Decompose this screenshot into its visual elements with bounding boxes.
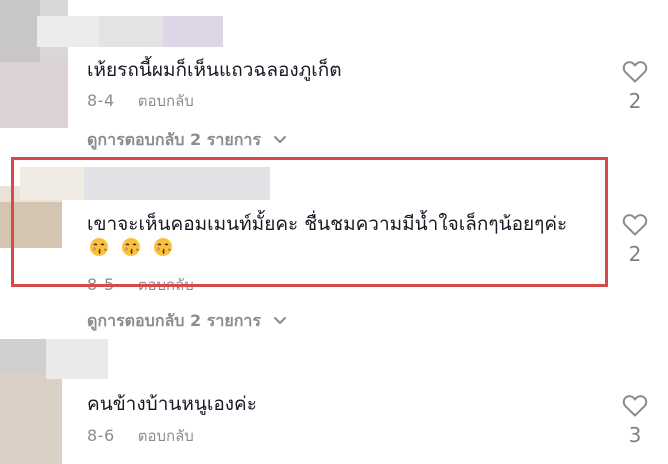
reply-button[interactable]: ตอบกลับ [138,276,194,294]
chevron-down-icon [273,136,286,143]
kiss-face-emoji [90,238,108,256]
view-replies-button[interactable]: ดูการตอบกลับ 2 รายการ [87,311,287,331]
reply-button[interactable]: ตอบกลับ [138,92,194,110]
comment-text: เห้ยรถนี้ผมก็เห็นแถวฉลองภูเก็ต [87,59,342,81]
username[interactable] [46,339,108,379]
heart-icon [622,395,648,417]
like-count: 2 [628,89,642,113]
chevron-down-icon [273,317,286,324]
kiss-face-emoji [154,238,173,256]
like-button[interactable]: 3 [620,394,650,446]
heart-icon [622,214,648,236]
comment-meta: 8-5 ตอบกลับ [87,275,194,295]
heart-icon [622,61,648,83]
like-count: 2 [628,242,642,266]
comment-emoji-row [89,237,180,259]
comment-meta: 8-4 ตอบกลับ [87,91,194,111]
comment-date: 8-4 [87,91,115,110]
comment-date: 8-5 [87,275,115,294]
reply-button[interactable]: ตอบกลับ [138,427,194,445]
comment-text: เขาจะเห็นคอมเมนท์มั้ยคะ ชื่นชมความมีน้ำใ… [87,213,568,235]
like-button[interactable]: 2 [620,60,650,112]
comment-text: คนข้างบ้านหนูเองค่ะ [87,393,257,415]
view-replies-label: ดูการตอบกลับ 2 รายการ [87,311,261,330]
comment-date: 8-6 [87,426,115,445]
like-count: 3 [628,423,642,447]
like-button[interactable]: 2 [620,213,650,265]
view-replies-button[interactable]: ดูการตอบกลับ 2 รายการ [87,130,287,150]
comment-meta: 8-6 ตอบกลับ [87,426,194,446]
view-replies-label: ดูการตอบกลับ 2 รายการ [87,130,261,149]
kiss-face-emoji [122,238,141,256]
username[interactable] [20,167,270,200]
comment-list: เห้ยรถนี้ผมก็เห็นแถวฉลองภูเก็ต 8-4 ตอบกล… [0,0,668,464]
username[interactable] [37,16,223,47]
